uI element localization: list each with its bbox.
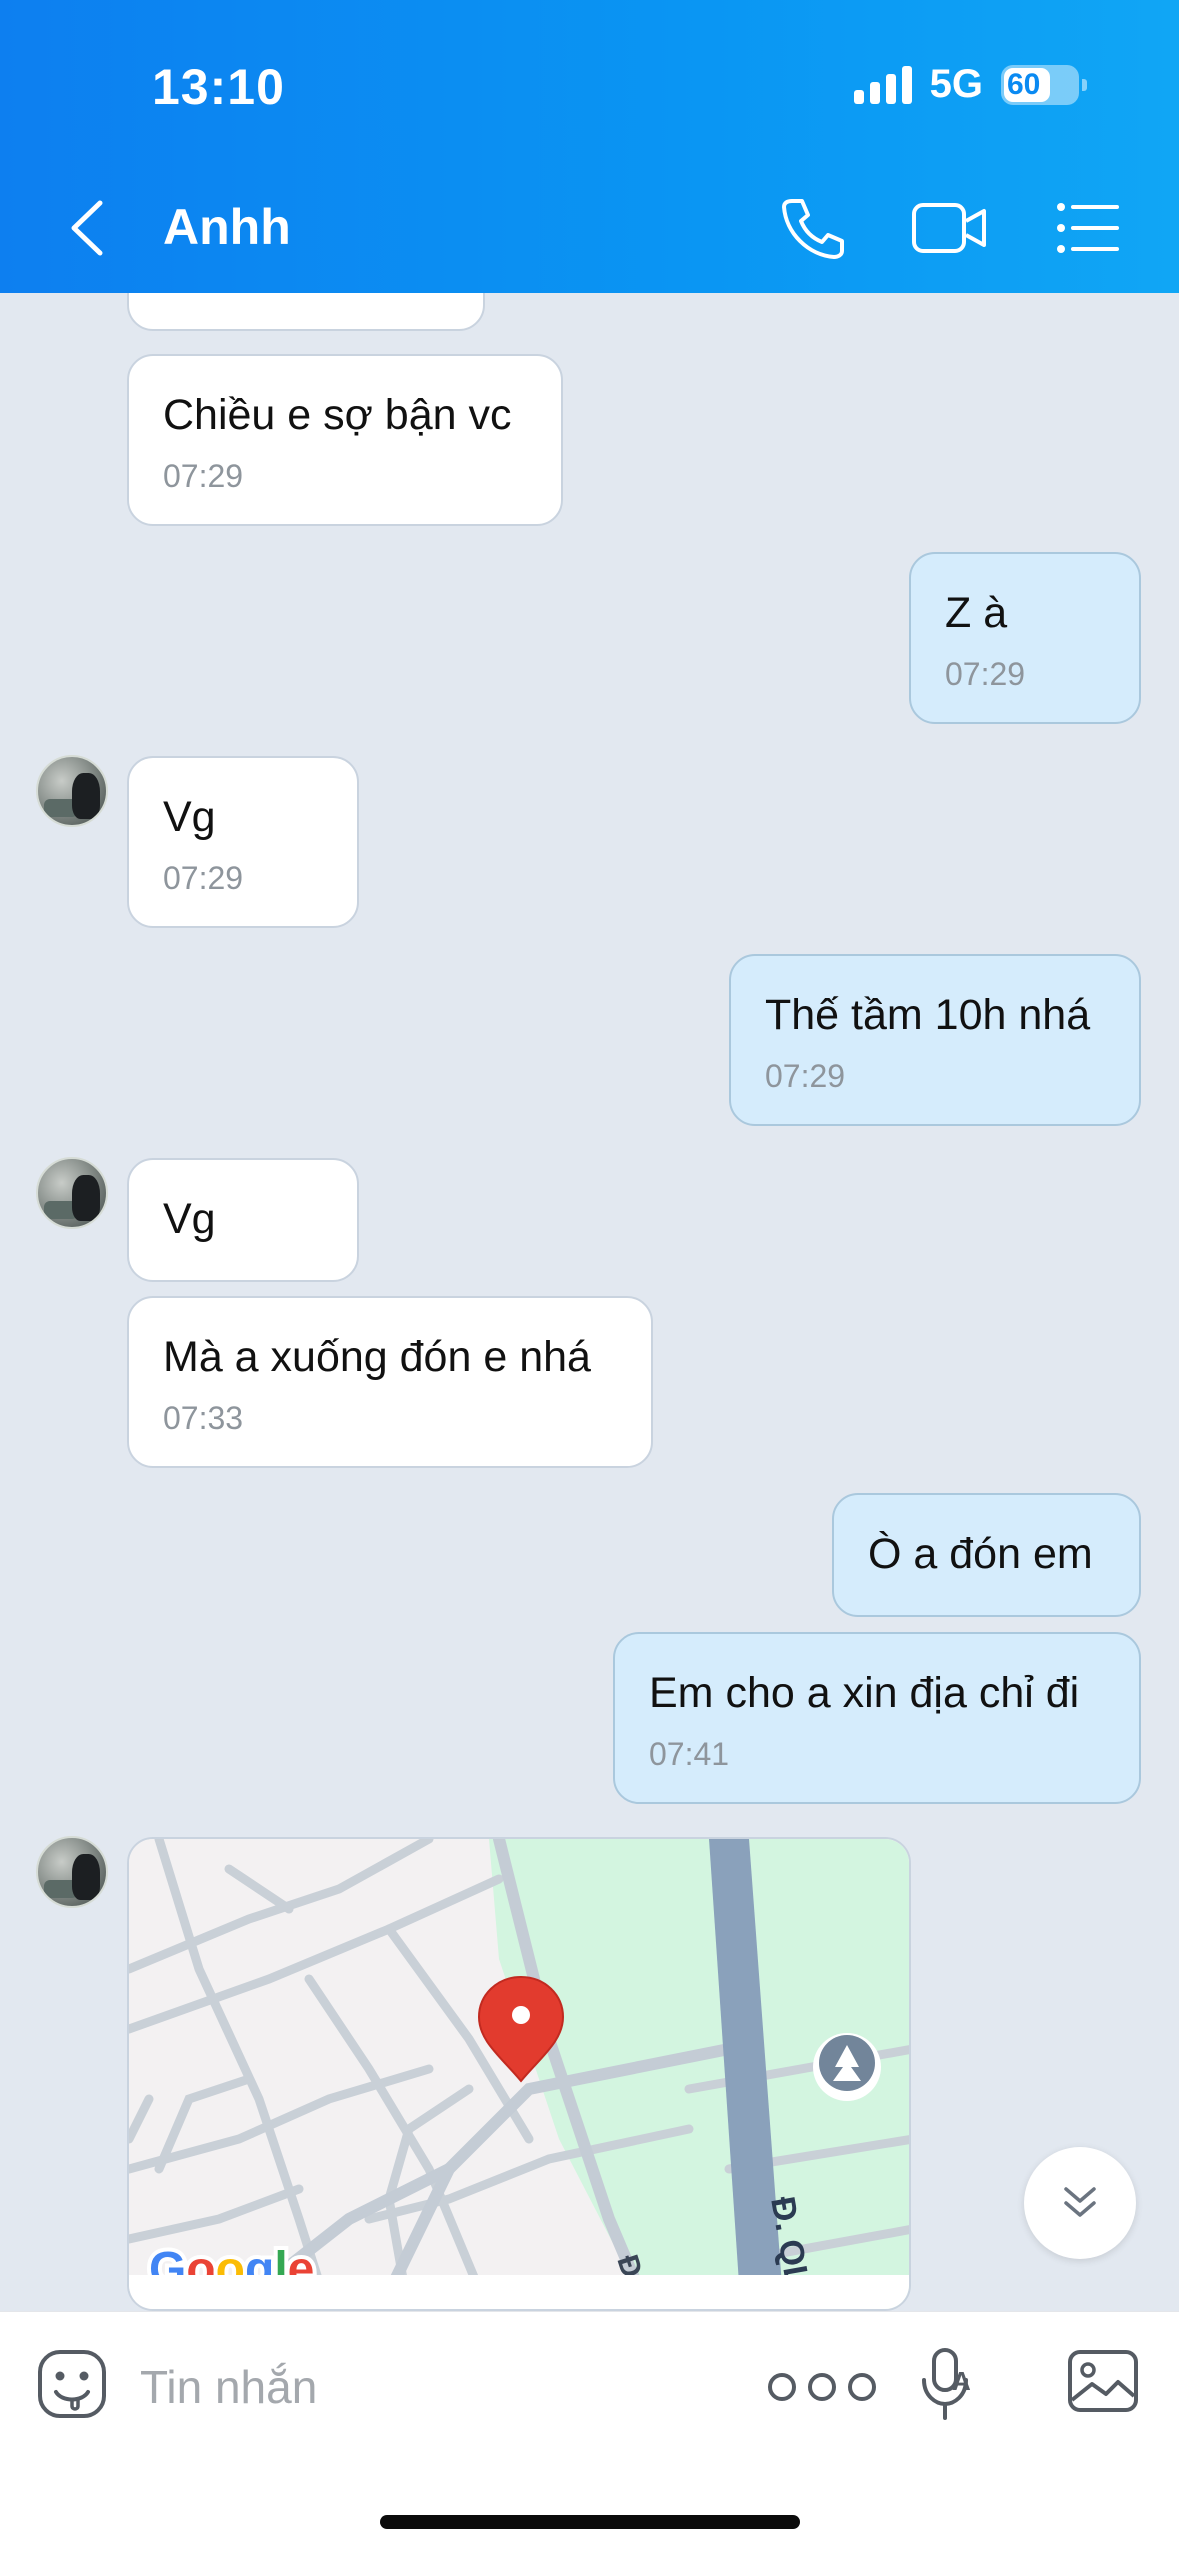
message-time: 07:41	[649, 1736, 730, 1772]
contact-avatar[interactable]	[36, 1836, 108, 1908]
network-label: 5G	[929, 62, 983, 106]
status-indicators: 5G 60	[853, 62, 1087, 107]
contact-name[interactable]: Anhh	[163, 198, 291, 256]
message-bubble-incoming[interactable]: Chiều e sợ bận vc 07:29	[127, 354, 563, 526]
video-call-button[interactable]	[910, 195, 990, 261]
double-chevron-down-icon	[1064, 2187, 1096, 2217]
message-text: Thế tầm 10h nhá	[765, 991, 1091, 1039]
chevron-left-icon	[71, 200, 103, 256]
message-time: 07:33	[163, 1400, 244, 1436]
message-time: 07:29	[945, 656, 1026, 692]
chat-header: 13:10 5G 60 Anhh	[0, 0, 1179, 293]
message-bubble-incoming[interactable]: Vg 07:29	[127, 756, 359, 928]
phone-icon	[782, 199, 844, 259]
message-bubble-incoming[interactable]: Vg	[127, 1158, 359, 1282]
svg-text:A: A	[952, 2366, 971, 2396]
map-card-footer	[129, 2275, 909, 2309]
battery-level: 60	[1007, 67, 1041, 101]
more-dots-icon	[768, 2373, 876, 2401]
more-options-button[interactable]	[760, 2364, 884, 2410]
voice-call-button[interactable]	[778, 195, 848, 261]
message-time: 07:29	[163, 860, 244, 896]
message-bubble-incoming[interactable]: Mà a xuống đón e nhá 07:33	[127, 1296, 653, 1468]
message-text: Chiều e sợ bận vc	[163, 391, 512, 439]
message-bubble-outgoing[interactable]: Em cho a xin địa chỉ đi 07:41	[613, 1632, 1141, 1804]
signal-icon	[853, 65, 912, 104]
message-bubble-outgoing[interactable]: Ò a đón em	[832, 1493, 1141, 1617]
message-text: Mà a xuống đón e nhá	[163, 1333, 591, 1381]
home-indicator	[380, 2515, 800, 2529]
list-menu-icon	[1057, 203, 1119, 253]
battery-icon: 60	[1001, 64, 1087, 105]
message-text: Ò a đón em	[868, 1530, 1093, 1578]
message-text: Z à	[945, 589, 1008, 637]
message-bubble-outgoing[interactable]: Z à 07:29	[909, 552, 1141, 724]
status-time: 13:10	[152, 59, 285, 115]
back-button[interactable]	[60, 195, 120, 261]
photo-gallery-button[interactable]	[1066, 2348, 1140, 2414]
message-list[interactable]: Chiều e sợ bận vc 07:29 Z à 07:29 Vg 07:…	[0, 293, 1179, 2311]
scroll-to-bottom-button[interactable]	[1024, 2147, 1136, 2259]
contact-avatar[interactable]	[36, 1157, 108, 1229]
message-time: 07:29	[765, 1058, 846, 1094]
microphone-icon: A	[922, 2348, 971, 2420]
map-image: Đ. QL21 Đ. Mu Google	[129, 1839, 909, 2309]
message-time: 07:29	[163, 458, 244, 494]
message-input[interactable]	[140, 2352, 700, 2422]
location-map-card[interactable]: Đ. QL21 Đ. Mu Google	[127, 1837, 911, 2311]
video-camera-icon	[912, 203, 986, 253]
message-bubble-partial[interactable]	[127, 293, 485, 331]
message-text: Em cho a xin địa chỉ đi	[649, 1669, 1080, 1717]
sticker-face-icon	[38, 2350, 106, 2418]
message-text: Vg	[163, 793, 216, 841]
voice-to-text-button[interactable]: A	[918, 2344, 978, 2424]
contact-avatar[interactable]	[36, 755, 108, 827]
message-bubble-outgoing[interactable]: Thế tầm 10h nhá 07:29	[729, 954, 1141, 1126]
sticker-button[interactable]	[36, 2348, 108, 2420]
park-marker-icon	[813, 2033, 881, 2101]
message-text: Vg	[163, 1195, 216, 1243]
chat-options-button[interactable]	[1055, 195, 1121, 261]
image-icon	[1068, 2350, 1138, 2412]
